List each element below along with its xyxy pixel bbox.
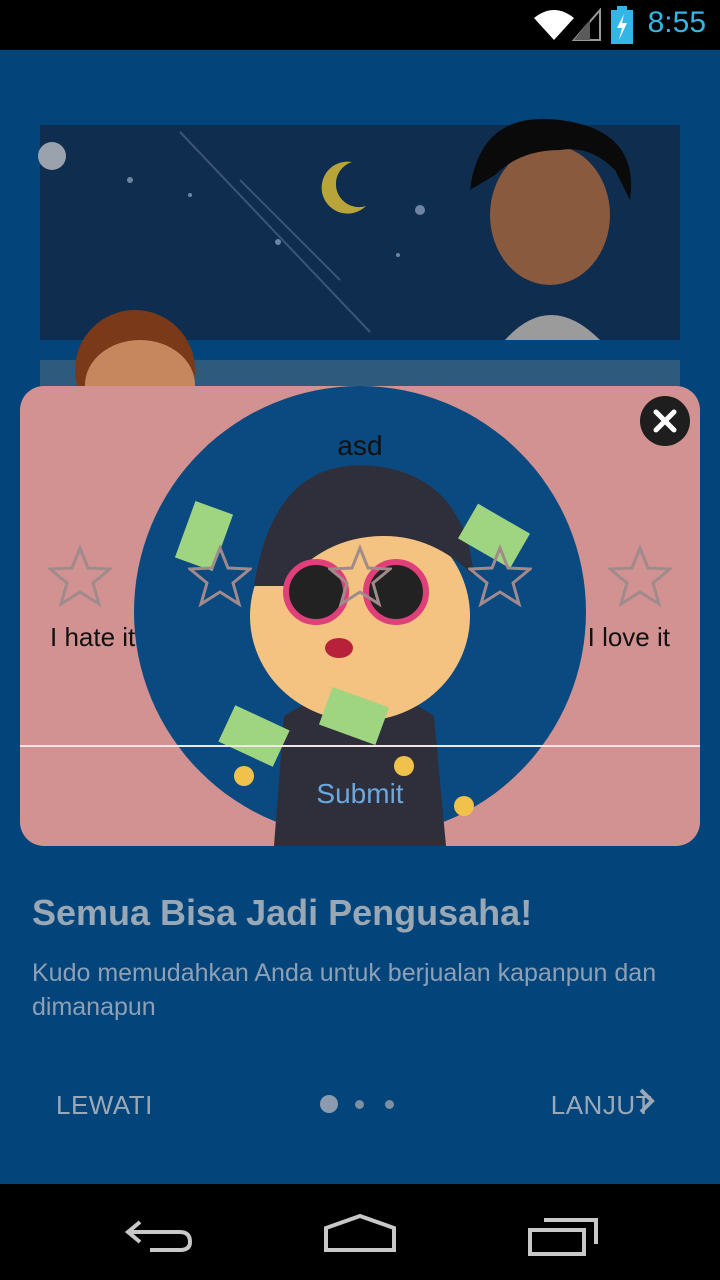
close-button[interactable]	[640, 396, 690, 446]
close-icon	[653, 409, 677, 433]
page-dot	[355, 1100, 364, 1109]
night-sky-illustration	[38, 118, 680, 410]
chevron-right-icon[interactable]	[636, 1086, 658, 1116]
divider	[20, 745, 700, 747]
star-outline-icon[interactable]	[468, 544, 532, 608]
onboarding-description: Kudo memudahkan Anda untuk berjualan kap…	[32, 959, 657, 1021]
battery-charging-icon	[611, 6, 633, 44]
back-icon[interactable]	[120, 1214, 200, 1254]
signal-icon	[572, 8, 601, 41]
rating-title: asd	[337, 430, 383, 461]
star-outline-icon[interactable]	[328, 544, 392, 608]
star-outline-icon[interactable]	[188, 544, 252, 608]
wifi-icon	[534, 10, 574, 40]
rating-label-high: I love it	[587, 622, 670, 652]
navigation-bar	[0, 1184, 720, 1280]
skip-button[interactable]: LEWATI	[56, 1090, 153, 1121]
recents-icon[interactable]	[526, 1214, 600, 1258]
star-outline-icon[interactable]	[608, 544, 672, 608]
star-outline-icon[interactable]	[48, 544, 112, 608]
rating-label-low: I hate it	[50, 622, 136, 652]
rating-dialog: asd I hate it I love it Submit	[20, 386, 700, 846]
clock: 8:55	[647, 6, 706, 39]
home-icon[interactable]	[320, 1210, 400, 1256]
onboarding-title: Semua Bisa Jadi Pengusaha!	[32, 892, 533, 933]
page-dot	[385, 1100, 394, 1109]
submit-button[interactable]: Submit	[20, 778, 700, 810]
status-bar: 8:55	[0, 0, 720, 50]
page-dot-active	[320, 1095, 338, 1113]
